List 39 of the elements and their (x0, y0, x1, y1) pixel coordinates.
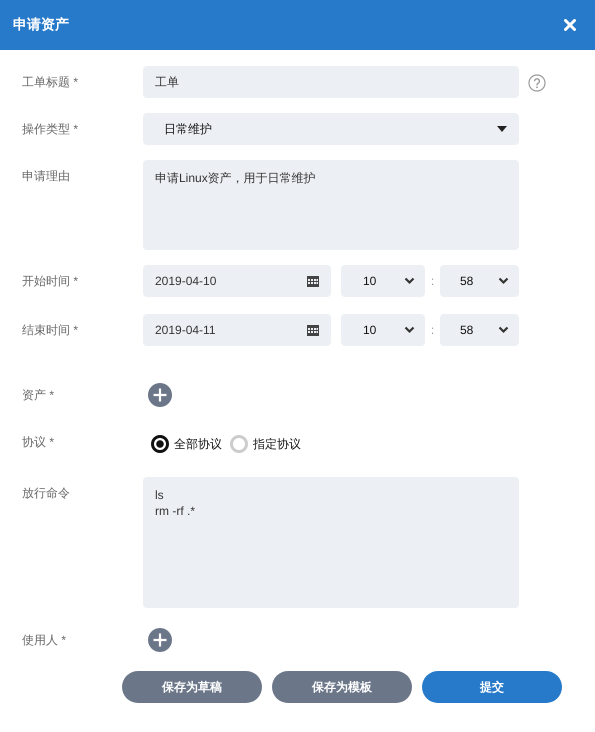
calendar-icon[interactable] (307, 275, 319, 287)
radio-button[interactable] (151, 435, 169, 453)
radio-label[interactable]: 全部协议 (174, 436, 222, 452)
minute-select[interactable]: 58 (440, 314, 519, 346)
help-icon[interactable] (528, 74, 546, 92)
field-label: 资产 * (22, 388, 54, 402)
chevron-down-icon (498, 277, 509, 285)
field-label: 协议 * (22, 435, 54, 449)
colon-separator: : (430, 323, 436, 337)
hour-select[interactable]: 10 (341, 265, 425, 297)
close-icon[interactable] (564, 19, 576, 31)
field-label: 使用人 * (22, 633, 66, 647)
date-field[interactable]: 2019-04-10 (143, 265, 331, 297)
caret-icon (497, 126, 507, 132)
textarea-field[interactable]: 申请Linux资产，用于日常维护 (143, 160, 519, 250)
chevron-down-icon (498, 326, 509, 334)
calendar-icon[interactable] (307, 324, 319, 336)
field-label: 结束时间 * (22, 323, 78, 337)
add-button[interactable] (148, 628, 172, 652)
field-label: 工单标题 * (22, 75, 78, 89)
save-button[interactable]: 保存为模板 (272, 671, 412, 703)
submit-button[interactable]: 提交 (422, 671, 562, 703)
chevron-down-icon (404, 326, 415, 334)
chevron-down-icon (404, 277, 415, 285)
select-field[interactable]: 日常维护 (143, 113, 519, 145)
hour-select[interactable]: 10 (341, 314, 425, 346)
field-label: 操作类型 * (22, 122, 78, 136)
date-field[interactable]: 2019-04-11 (143, 314, 331, 346)
textarea-field[interactable]: ls rm -rf .* (143, 477, 519, 608)
minute-select[interactable]: 58 (440, 265, 519, 297)
dialog-title: 申请资产 (13, 16, 69, 34)
add-button[interactable] (148, 383, 172, 407)
field-label: 申请理由 (22, 169, 70, 183)
field-label: 放行命令 (22, 486, 70, 500)
text-field[interactable]: 工单 (143, 66, 519, 98)
field-label: 开始时间 * (22, 274, 78, 288)
colon-separator: : (430, 274, 436, 288)
radio-label[interactable]: 指定协议 (253, 436, 301, 452)
save-button[interactable]: 保存为草稿 (122, 671, 262, 703)
